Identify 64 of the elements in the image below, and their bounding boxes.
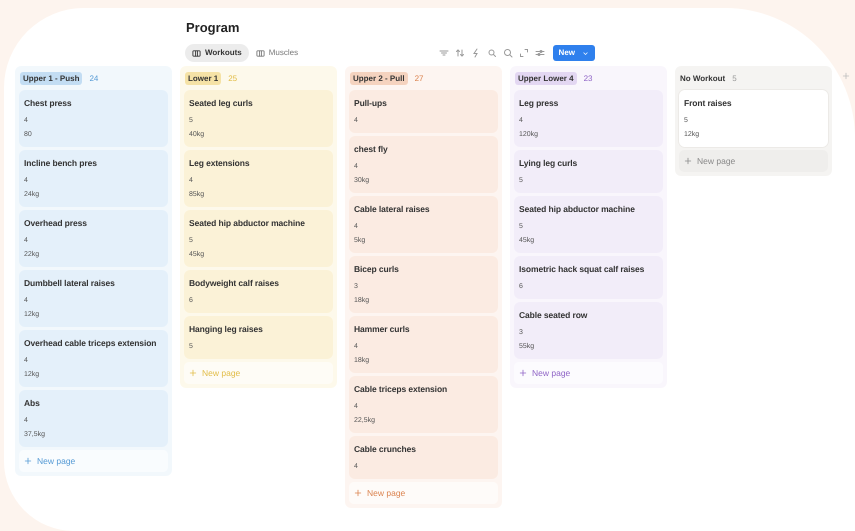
card-title: Overhead press <box>24 217 88 230</box>
sliders-icon <box>534 48 545 58</box>
zoom-button[interactable] <box>486 48 497 58</box>
card-title: Chest press <box>24 97 73 110</box>
group-tag: Upper Lower 4 <box>515 72 577 85</box>
expand-icon <box>518 48 529 58</box>
search-button[interactable] <box>502 48 513 58</box>
group-count: 24 <box>89 73 98 84</box>
filter-button[interactable] <box>438 48 449 58</box>
view-tab[interactable]: Muscles <box>248 44 306 62</box>
card-title: Leg extensions <box>189 157 250 170</box>
card-title: Incline bench pres <box>24 157 98 170</box>
card-title: Dumbbell lateral raises <box>24 277 116 290</box>
group-tag: No Workout <box>680 72 726 85</box>
card-title: Bicep curls <box>354 263 400 276</box>
add-group-button[interactable] <box>840 70 852 82</box>
card-title: Cable triceps extension <box>354 383 448 396</box>
card-title: Overhead cable triceps extension <box>24 337 158 350</box>
page-title: Program <box>186 19 240 37</box>
plus-icon <box>189 369 197 377</box>
group-tag: Lower 1 <box>185 72 222 85</box>
card-title: Seated leg curls <box>189 97 254 110</box>
group-count: 27 <box>414 73 424 84</box>
card-title: Cable crunches <box>354 443 417 456</box>
sort-icon <box>454 48 465 58</box>
new-page-button[interactable]: New page <box>19 450 168 472</box>
board-icon <box>256 48 265 58</box>
card-title: Seated hip abductor machine <box>189 217 306 230</box>
card-title: Hanging leg raises <box>189 323 264 336</box>
plus-icon <box>842 72 850 80</box>
group-count: 5 <box>732 73 737 84</box>
view-tab[interactable]: Workouts <box>185 44 249 62</box>
sliders-button[interactable] <box>534 48 545 58</box>
group-tag: Upper 1 - Push <box>20 72 82 85</box>
new-button[interactable]: New <box>552 45 595 61</box>
filter-icon <box>438 48 449 58</box>
plus-icon <box>519 369 527 377</box>
card-title: Lying leg curls <box>519 157 578 170</box>
new-page-button[interactable]: New page <box>679 150 828 172</box>
sort-button[interactable] <box>454 48 465 58</box>
card-title: chest fly <box>354 143 389 156</box>
group-tag: Upper 2 - Pull <box>350 72 408 85</box>
search-icon <box>502 48 513 58</box>
group-count: 23 <box>584 73 592 84</box>
card-title: Seated hip abductor machine <box>519 203 636 216</box>
card-title: Pull-ups <box>354 97 388 110</box>
zoom-icon <box>486 48 497 58</box>
card-title: Bodyweight calf raises <box>189 277 280 290</box>
card-title: Abs <box>24 397 41 410</box>
expand-button[interactable] <box>518 48 529 58</box>
card-title: Cable lateral raises <box>354 203 430 216</box>
card-title: Cable seated row <box>519 309 588 322</box>
new-page-button[interactable]: New page <box>349 482 498 504</box>
plus-icon <box>24 457 32 465</box>
new-page-button[interactable]: New page <box>514 362 663 384</box>
plus-icon <box>354 489 362 497</box>
group-count: 25 <box>228 73 238 84</box>
card-title: Leg press <box>519 97 560 110</box>
caret-icon <box>582 50 589 56</box>
card-title: Hammer curls <box>354 323 410 336</box>
card-title: Front raises <box>684 97 732 110</box>
board-icon <box>192 48 201 58</box>
plus-icon <box>684 157 692 165</box>
card-title: Isometric hack squat calf raises <box>519 263 646 276</box>
